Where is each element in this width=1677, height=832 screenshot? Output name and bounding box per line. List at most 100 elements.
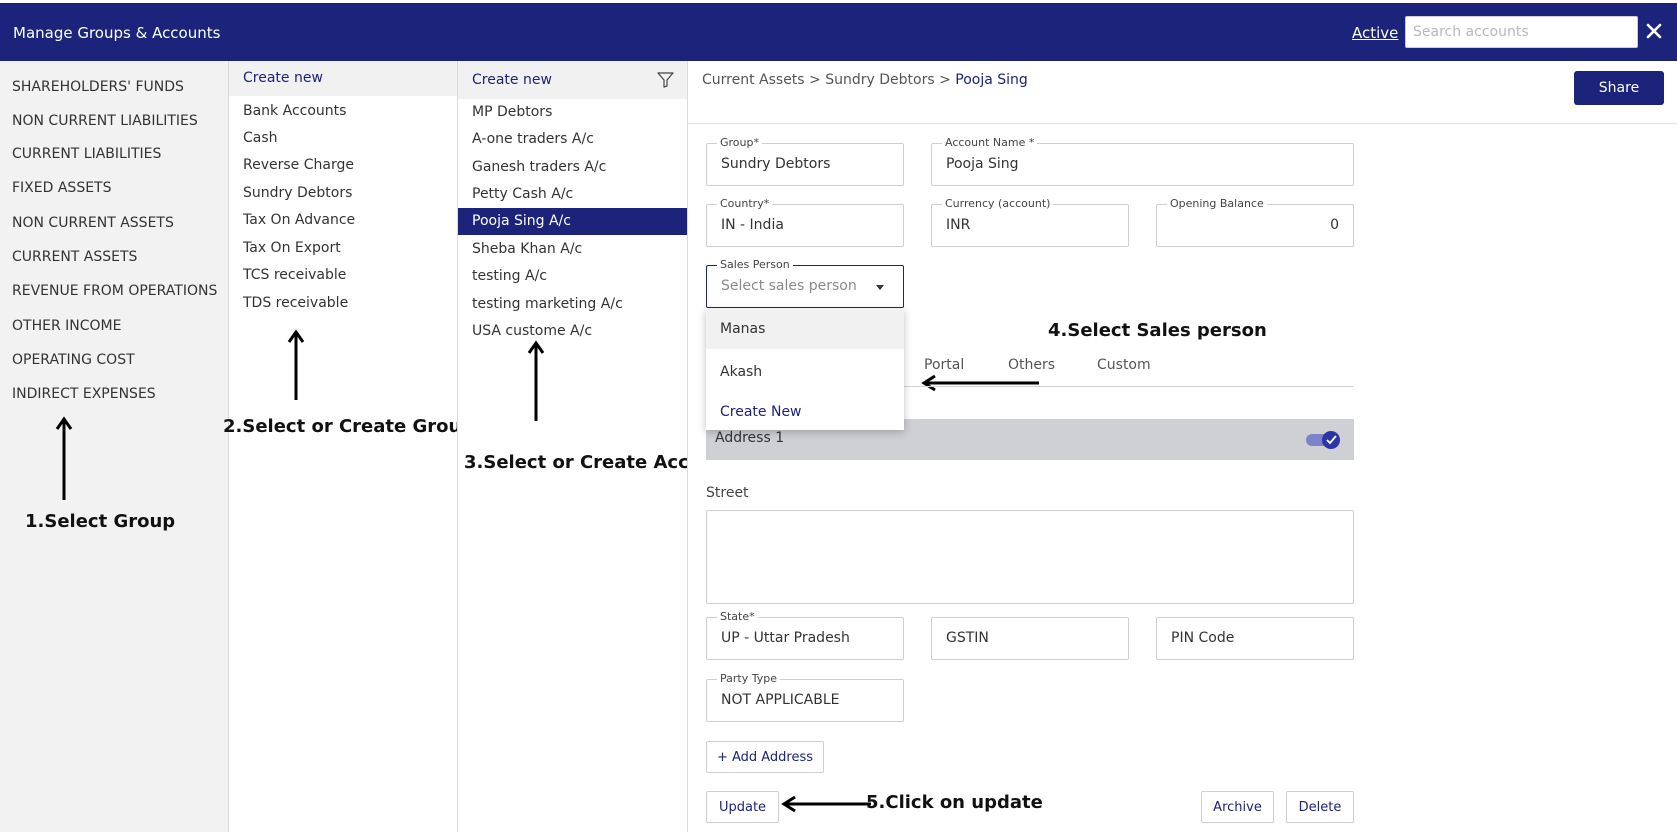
account-item[interactable]: MP Debtors [458,99,688,126]
party-type-value: NOT APPLICABLE [721,692,840,708]
account-item[interactable]: Ganesh traders A/c [458,154,688,181]
breadcrumb-current: Pooja Sing [955,72,1028,88]
account-item[interactable]: testing marketing A/c [458,291,688,318]
party-type-field[interactable]: Party Type NOT APPLICABLE [706,672,904,722]
group-item[interactable]: INDIRECT EXPENSES [12,386,156,402]
currency-label: Currency (account) [942,197,1054,210]
group-item[interactable]: CURRENT ASSETS [12,249,137,265]
account-list-panel: Create new MP Debtors A-one traders A/c … [457,61,735,832]
breadcrumb-item[interactable]: Current Assets [702,72,805,88]
party-type-label: Party Type [717,672,780,685]
subgroup-item[interactable]: TCS receivable [243,267,346,283]
annotation-step-4: 4.Select Sales person [1048,320,1267,341]
sales-person-placeholder: Select sales person [721,278,857,294]
address-label: Address 1 [715,430,785,446]
search-input[interactable] [1405,16,1638,48]
pin-code-placeholder: PIN Code [1171,630,1235,646]
annotation-arrow-up [527,340,545,421]
breadcrumb: Current Assets > Sundry Debtors > Pooja … [702,72,1028,88]
active-filter-link[interactable]: Active [1352,24,1398,42]
group-item[interactable]: OTHER INCOME [12,318,121,334]
account-item[interactable]: Sheba Khan A/c [458,236,688,263]
annotation-arrow-up [287,329,305,400]
subgroup-item[interactable]: Cash [243,130,278,146]
opening-balance-field[interactable]: Opening Balance 0 [1156,197,1354,247]
annotation-step-1: 1.Select Group [25,511,176,532]
account-name-label: Account Name * [942,136,1038,149]
subgroup-item[interactable]: TDS receivable [243,295,348,311]
subgroup-item[interactable]: Reverse Charge [243,157,354,173]
group-item[interactable]: REVENUE FROM OPERATIONS [12,283,217,299]
divider [688,123,1677,124]
dropdown-option[interactable]: Akash [706,352,904,392]
close-icon[interactable] [1643,20,1665,42]
group-item[interactable]: SHAREHOLDERS' FUNDS [12,79,184,95]
group-field-label: Group* [717,136,762,149]
tab-others[interactable]: Others [1008,357,1055,373]
delete-button[interactable]: Delete [1286,791,1354,823]
group-field-value: Sundry Debtors [721,156,831,172]
state-label: State* [717,610,758,623]
account-name-field[interactable]: Account Name * Pooja Sing [931,136,1354,186]
chevron-down-icon [876,285,884,290]
gstin-placeholder: GSTIN [946,630,989,646]
group-item[interactable]: OPERATING COST [12,352,135,368]
annotation-arrow-left [781,795,871,813]
address-toggle[interactable] [1306,431,1340,449]
country-label: Country* [717,197,773,210]
sales-person-label: Sales Person [717,258,793,271]
breadcrumb-separator: > [809,72,821,88]
breadcrumb-item[interactable]: Sundry Debtors [825,72,934,88]
dropdown-create-new[interactable]: Create New [706,392,904,432]
subgroup-item[interactable]: Sundry Debtors [243,185,352,201]
sales-person-dropdown: Manas Akash Create New [706,309,904,430]
country-value: IN - India [721,217,784,233]
share-button[interactable]: Share [1574,71,1664,105]
account-item[interactable]: A-one traders A/c [458,126,688,153]
tab-portal[interactable]: Portal [924,357,964,373]
subgroup-item[interactable]: Tax On Export [243,240,341,256]
street-textarea[interactable] [706,510,1354,604]
account-item[interactable]: USA custome A/c [458,318,688,345]
gstin-field[interactable]: GSTIN [931,617,1129,660]
subgroup-item[interactable]: Tax On Advance [243,212,355,228]
update-button[interactable]: Update [706,791,779,823]
filter-icon[interactable] [657,72,674,88]
breadcrumb-separator: > [939,72,951,88]
account-item[interactable]: Petty Cash A/c [458,181,688,208]
annotation-step-2: 2.Select or Create Group [223,416,475,437]
group-item[interactable]: CURRENT LIABILITIES [12,146,161,162]
account-item-selected[interactable]: Pooja Sing A/c [458,208,688,235]
account-name-value: Pooja Sing [946,156,1019,172]
currency-value: INR [946,217,971,233]
opening-balance-value: 0 [1330,217,1339,233]
group-list-panel: SHAREHOLDERS' FUNDS NON CURRENT LIABILIT… [0,61,228,832]
create-new-account-link[interactable]: Create new [472,72,552,88]
app-title: Manage Groups & Accounts [13,24,221,42]
currency-field[interactable]: Currency (account) INR [931,197,1129,247]
subgroup-item[interactable]: Bank Accounts [243,103,346,119]
annotation-arrow-left [921,374,1039,392]
group-item[interactable]: NON CURRENT ASSETS [12,215,174,231]
pin-code-field[interactable]: PIN Code [1156,617,1354,660]
app-header: Manage Groups & Accounts Active [0,3,1677,61]
street-label: Street [706,485,749,501]
account-item[interactable]: testing A/c [458,263,688,290]
state-field[interactable]: State* UP - Uttar Pradesh [706,610,904,660]
opening-balance-label: Opening Balance [1167,197,1267,210]
dropdown-option[interactable]: Manas [706,309,904,349]
tab-custom[interactable]: Custom [1097,357,1151,373]
annotation-arrow-up [55,416,73,500]
annotation-step-5: 5.Click on update [866,792,1043,813]
add-address-button[interactable]: + Add Address [706,741,824,773]
group-field[interactable]: Group* Sundry Debtors [706,136,904,186]
country-field[interactable]: Country* IN - India [706,197,904,247]
subgroup-list-panel: Create new Bank Accounts Cash Reverse Ch… [223,61,474,832]
group-item[interactable]: FIXED ASSETS [12,180,111,196]
sales-person-select[interactable]: Sales Person Select sales person [706,258,904,308]
account-detail-panel: Current Assets > Sundry Debtors > Pooja … [687,61,1677,832]
create-new-group-link[interactable]: Create new [243,70,323,86]
create-new-bar: Create new [229,61,457,96]
group-item[interactable]: NON CURRENT LIABILITIES [12,113,198,129]
archive-button[interactable]: Archive [1201,791,1274,823]
